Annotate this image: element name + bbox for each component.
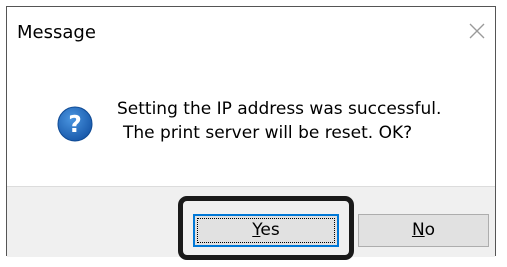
message-line-2: The print server will be reset. OK? — [123, 123, 413, 143]
svg-text:?: ? — [68, 112, 81, 138]
message-text: Setting the IP address was successful. T… — [117, 97, 441, 145]
message-line-1: Setting the IP address was successful. — [117, 99, 442, 119]
message-body: ? Setting the IP address was successful.… — [7, 57, 495, 186]
question-icon: ? — [57, 106, 93, 142]
close-icon[interactable] — [467, 21, 487, 41]
button-bar: Yes No — [7, 186, 495, 260]
no-label-rest: o — [424, 220, 436, 240]
no-mnemonic: N — [411, 220, 425, 240]
yes-button[interactable]: Yes — [193, 214, 339, 247]
focus-rectangle — [197, 218, 335, 243]
message-dialog: Message ? Setting the IP address was suc… — [6, 6, 496, 260]
title-bar: Message — [7, 7, 495, 57]
no-button[interactable]: No — [358, 214, 489, 247]
dialog-title: Message — [17, 22, 96, 43]
